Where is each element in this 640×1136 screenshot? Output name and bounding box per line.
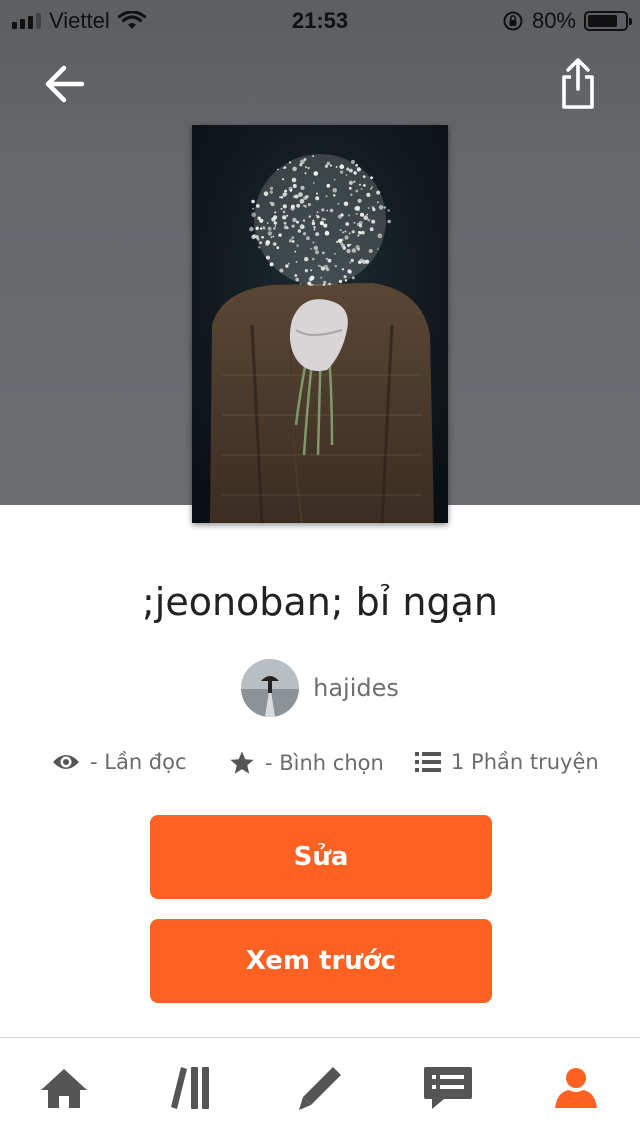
tab-home[interactable] (0, 1038, 128, 1136)
eye-icon (53, 755, 79, 769)
person-icon (555, 1067, 597, 1108)
preview-button[interactable]: Xem trước (150, 919, 492, 1003)
status-right: 80% (502, 8, 632, 34)
chat-icon (424, 1066, 472, 1109)
back-arrow-icon (45, 65, 85, 103)
tab-write[interactable] (256, 1038, 384, 1136)
story-title: ;jeonoban; bỉ ngạn (141, 580, 499, 624)
parts-label: 1 Phần truyện (451, 750, 599, 774)
author-name[interactable]: hajides (313, 674, 399, 702)
status-bar: Viettel 21:53 80% (0, 0, 640, 40)
reads-label: - Lần đọc (90, 750, 187, 774)
votes-label: - Bình chọn (265, 751, 384, 775)
battery-fill (588, 15, 617, 27)
list-icon (415, 752, 441, 772)
reads-stat: - Lần đọc (52, 750, 187, 774)
tab-library[interactable] (128, 1038, 256, 1136)
parts-stat: 1 Phần truyện (415, 750, 599, 774)
story-cover-image[interactable] (192, 125, 448, 523)
tab-messages[interactable] (384, 1038, 512, 1136)
share-icon (562, 58, 594, 109)
battery-percent: 80% (531, 8, 576, 33)
star-icon (230, 751, 254, 774)
tab-profile[interactable] (512, 1038, 640, 1136)
story-stats: - Lần đọc - Bình chọn 1 Phần truyện (0, 750, 640, 786)
library-icon (171, 1066, 209, 1109)
author-row[interactable]: hajides (0, 659, 640, 717)
pencil-icon (299, 1066, 341, 1110)
rotation-lock-icon (503, 11, 523, 31)
back-button[interactable] (36, 56, 92, 112)
votes-stat: - Bình chọn (229, 750, 384, 776)
share-button[interactable] (550, 56, 606, 112)
edit-button[interactable]: Sửa (150, 815, 492, 899)
battery-icon (584, 11, 632, 31)
author-avatar[interactable] (241, 659, 300, 717)
bottom-tab-bar (0, 1037, 640, 1136)
home-icon (41, 1068, 87, 1108)
